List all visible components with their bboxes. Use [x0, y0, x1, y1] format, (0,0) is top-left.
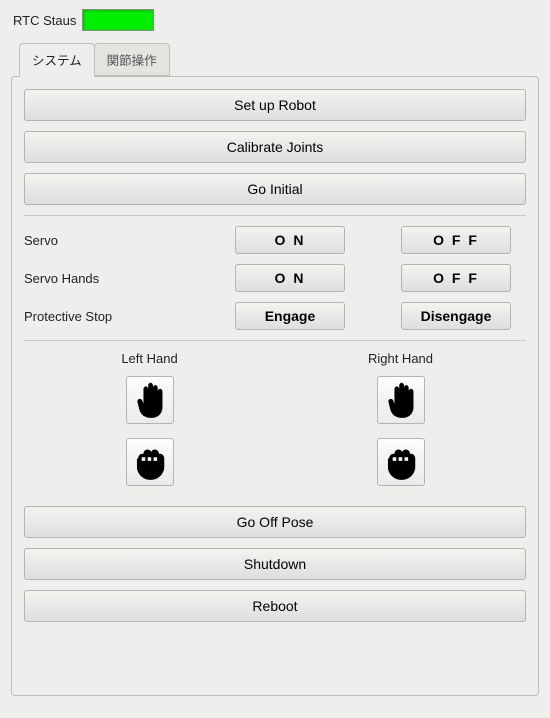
tab-strip: システム 関節操作: [19, 43, 539, 76]
go-initial-button[interactable]: Go Initial: [24, 173, 526, 205]
left-hand-column: Left Hand: [24, 351, 275, 500]
reboot-button[interactable]: Reboot: [24, 590, 526, 622]
right-hand-close-button[interactable]: [377, 438, 425, 486]
rtc-status-row: RTC Staus: [5, 5, 545, 39]
servo-hands-on-button[interactable]: O N: [235, 264, 345, 292]
right-hand-column: Right Hand: [275, 351, 526, 500]
protective-stop-label: Protective Stop: [24, 309, 204, 324]
left-hand-open-button[interactable]: [126, 376, 174, 424]
servo-on-button[interactable]: O N: [235, 226, 345, 254]
tab-system[interactable]: システム: [19, 43, 95, 77]
hands-section: Left Hand Right Hand: [24, 351, 526, 500]
protective-engage-button[interactable]: Engage: [235, 302, 345, 330]
rtc-status-label: RTC Staus: [13, 13, 76, 28]
servo-label: Servo: [24, 233, 204, 248]
hand-fist-icon: [131, 443, 169, 481]
divider-1: [24, 215, 526, 216]
servo-hands-off-button[interactable]: O F F: [401, 264, 511, 292]
protective-stop-row: Protective Stop Engage Disengage: [24, 302, 526, 330]
servo-row: Servo O N O F F: [24, 226, 526, 254]
calibrate-joints-button[interactable]: Calibrate Joints: [24, 131, 526, 163]
left-hand-title: Left Hand: [121, 351, 177, 366]
hand-open-icon: [382, 381, 420, 419]
servo-hands-row: Servo Hands O N O F F: [24, 264, 526, 292]
go-off-pose-button[interactable]: Go Off Pose: [24, 506, 526, 538]
main-window: RTC Staus システム 関節操作 Set up Robot Calibra…: [0, 0, 550, 705]
tab-panel-system: Set up Robot Calibrate Joints Go Initial…: [11, 76, 539, 696]
tab-container: システム 関節操作 Set up Robot Calibrate Joints …: [11, 43, 539, 696]
hand-open-icon: [131, 381, 169, 419]
right-hand-open-button[interactable]: [377, 376, 425, 424]
hand-fist-icon: [382, 443, 420, 481]
shutdown-button[interactable]: Shutdown: [24, 548, 526, 580]
setup-robot-button[interactable]: Set up Robot: [24, 89, 526, 121]
servo-hands-label: Servo Hands: [24, 271, 204, 286]
protective-disengage-button[interactable]: Disengage: [401, 302, 511, 330]
servo-off-button[interactable]: O F F: [401, 226, 511, 254]
divider-2: [24, 340, 526, 341]
right-hand-title: Right Hand: [368, 351, 433, 366]
rtc-status-light: [82, 9, 154, 31]
tab-joints[interactable]: 関節操作: [94, 43, 170, 76]
left-hand-close-button[interactable]: [126, 438, 174, 486]
